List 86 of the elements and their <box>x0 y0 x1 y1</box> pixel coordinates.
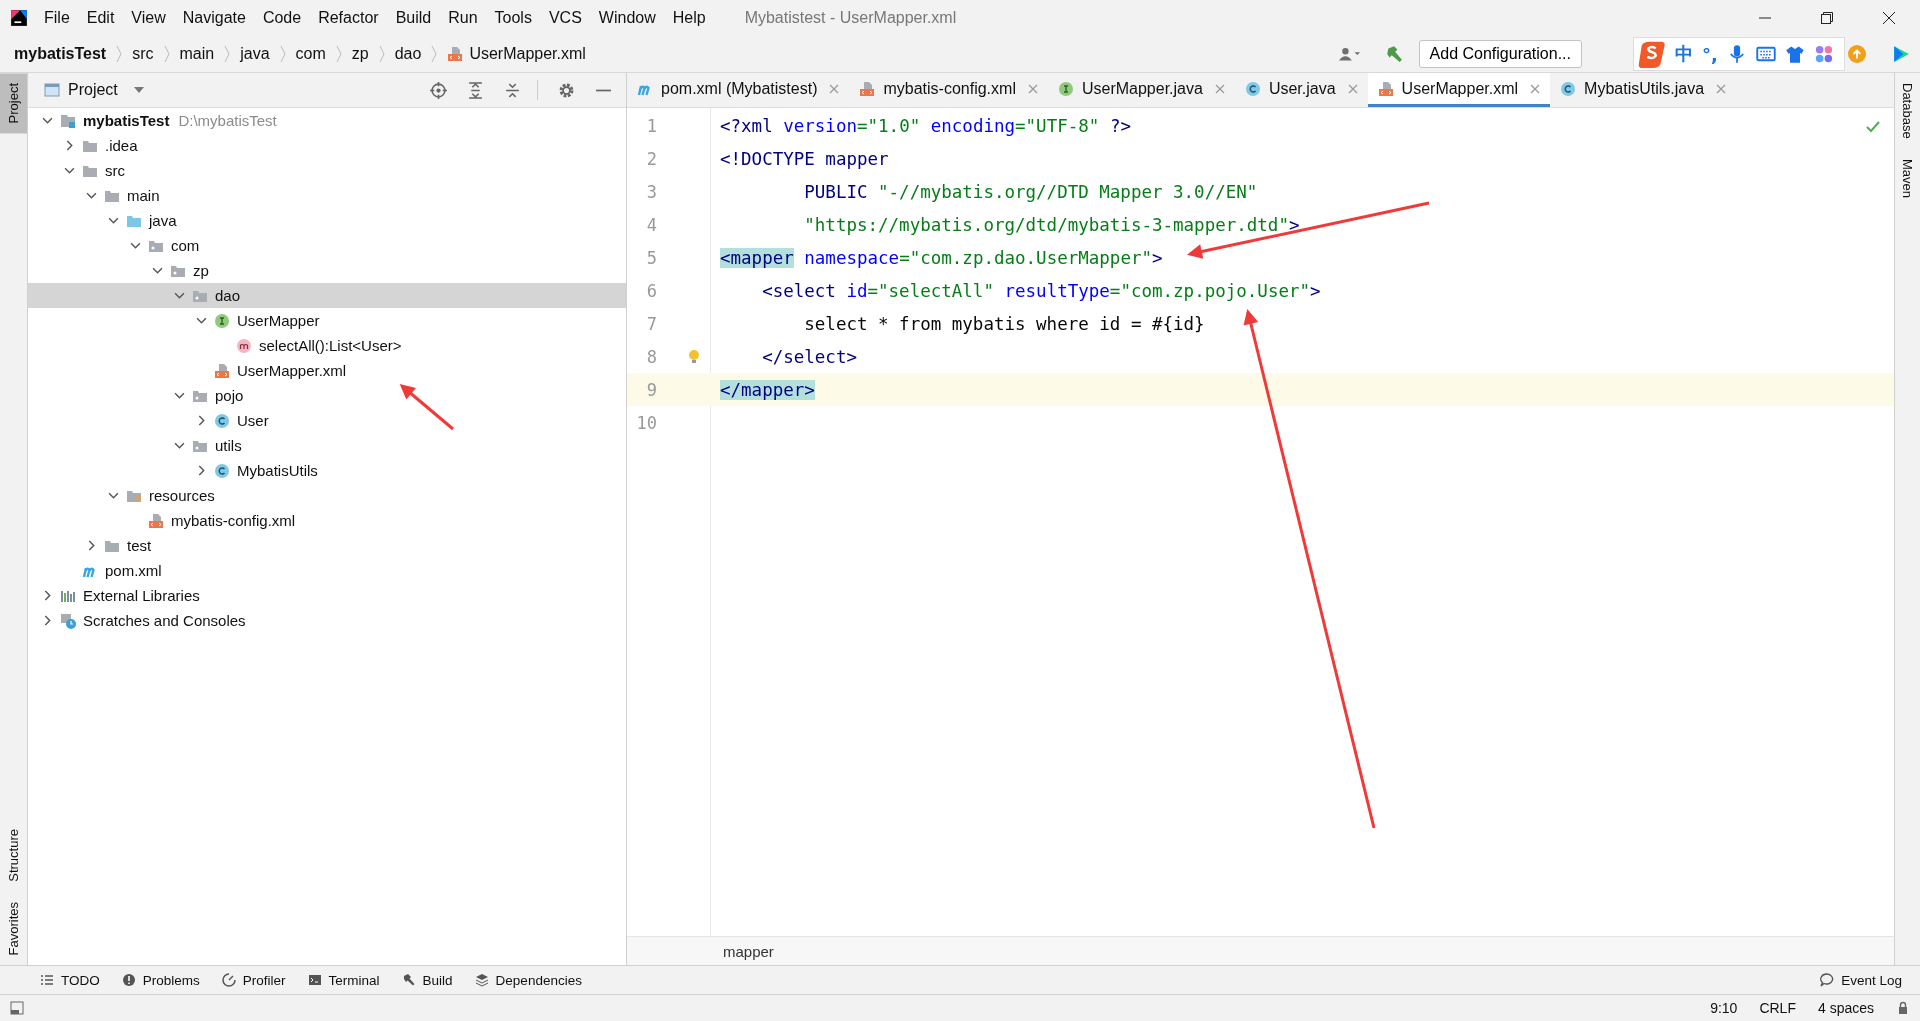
code-line: PUBLIC "-//mybatis.org//DTD Mapper 3.0//EN" <box>803 181 1258 202</box>
menu-item[interactable]: Run <box>448 9 478 27</box>
run-configuration-button[interactable]: Add Configuration... <box>1418 40 1582 68</box>
tree-item[interactable]: pom.xml <box>28 558 626 583</box>
tree-item[interactable]: utils <box>28 433 626 458</box>
tool-window-tab[interactable]: Maven <box>1895 148 1920 208</box>
tool-window-button[interactable]: Build <box>397 970 457 990</box>
status-item[interactable]: 9:10 <box>1710 1000 1738 1016</box>
line-number: 4 <box>645 214 657 235</box>
breadcrumb-item[interactable]: dao <box>394 45 422 63</box>
breadcrumb-item[interactable]: src <box>132 45 154 63</box>
tree-item[interactable]: dao <box>28 283 626 308</box>
event-log-button[interactable]: Event Log <box>1816 970 1906 990</box>
code-line: <!DOCTYPE mapper <box>719 148 889 169</box>
line-number: 5 <box>645 247 657 268</box>
breadcrumb-item[interactable]: java <box>240 45 270 63</box>
code-line: <select id="selectAll" resultType="com.zp.pojo.User"> <box>761 280 1321 301</box>
breadcrumb-item[interactable]: mybatisTest <box>14 45 107 63</box>
breadcrumb-item[interactable]: zp <box>351 45 369 63</box>
tool-window-tab[interactable]: Project <box>0 73 27 134</box>
line-number: 1 <box>645 115 657 136</box>
editor-tab[interactable]: MybatisUtils.java <box>1550 73 1737 107</box>
line-number: 2 <box>645 148 657 169</box>
tree-item[interactable]: src <box>28 158 626 183</box>
editor-tab[interactable]: User.java <box>1234 73 1368 107</box>
tool-window-button[interactable]: Profiler <box>217 970 290 990</box>
tool-window-tab[interactable]: Database <box>1895 73 1920 149</box>
tree-item[interactable]: UserMapper <box>28 308 626 333</box>
line-number: 10 <box>635 412 657 433</box>
tree-item[interactable]: .idea <box>28 133 626 158</box>
window-title: Mybatistest - UserMapper.xml <box>744 9 957 27</box>
menu-item[interactable]: Build <box>395 9 432 27</box>
menu-item[interactable]: Edit <box>86 9 115 27</box>
code-line: select * from mybatis where id = #{id} <box>803 313 1205 334</box>
tree-item[interactable]: MybatisUtils <box>28 458 626 483</box>
line-number: 3 <box>645 181 657 202</box>
line-number: 9 <box>645 379 657 400</box>
tool-window-button[interactable]: Dependencies <box>470 970 586 990</box>
menu-item[interactable]: Help <box>672 9 706 27</box>
tree-item[interactable]: User <box>28 408 626 433</box>
tool-window-tab[interactable]: Favorites <box>0 891 27 965</box>
tree-item[interactable]: pojo <box>28 383 626 408</box>
menu-item[interactable]: Window <box>598 9 656 27</box>
line-number: 8 <box>645 346 657 367</box>
tree-item[interactable]: test <box>28 533 626 558</box>
editor-breadcrumb[interactable]: mapper <box>723 942 774 960</box>
tree-item[interactable]: resources <box>28 483 626 508</box>
breadcrumb-item[interactable]: main <box>179 45 215 63</box>
panel-title[interactable]: Project <box>68 81 118 99</box>
menu-item[interactable]: Tools <box>494 9 532 27</box>
status-item[interactable]: CRLF <box>1759 1000 1796 1016</box>
tree-item[interactable]: mybatisTest D:\mybatisTest <box>28 108 626 133</box>
ime-mode-toggle[interactable]: 中 <box>1675 42 1693 66</box>
tool-window-button[interactable]: Terminal <box>303 970 384 990</box>
tree-item[interactable]: mybatis-config.xml <box>28 508 626 533</box>
code-line: <mapper namespace="com.zp.dao.UserMapper"> <box>719 247 1163 268</box>
code-line: <?xml version="1.0" encoding="UTF-8" ?> <box>719 115 1131 136</box>
editor-tab[interactable]: UserMapper.java <box>1047 73 1235 107</box>
status-item[interactable]: 4 spaces <box>1817 1000 1874 1016</box>
editor-tab[interactable]: UserMapper.xml <box>1367 73 1551 107</box>
menu-item[interactable]: File <box>44 9 70 27</box>
editor-tab[interactable]: mybatis-config.xml <box>849 73 1048 107</box>
menu-item[interactable]: View <box>131 9 166 27</box>
code-line: "https://mybatis.org/dtd/mybatis-3-mapper.dtd"> <box>803 214 1300 235</box>
menu-item[interactable]: Refactor <box>318 9 379 27</box>
tool-window-button[interactable]: TODO <box>36 970 104 990</box>
line-number: 6 <box>645 280 657 301</box>
breadcrumb-item[interactable]: com <box>295 45 326 63</box>
tree-item[interactable]: UserMapper.xml <box>28 358 626 383</box>
tool-window-button[interactable]: Problems <box>117 970 204 990</box>
menu-item[interactable]: VCS <box>548 9 582 27</box>
breadcrumb-item[interactable]: UserMapper.xml <box>469 45 586 63</box>
tree-item[interactable]: main <box>28 183 626 208</box>
menu-item[interactable]: Code <box>262 9 302 27</box>
tree-item[interactable]: com <box>28 233 626 258</box>
tree-item[interactable]: selectAll():List<User> <box>28 333 626 358</box>
tree-item[interactable]: java <box>28 208 626 233</box>
tool-window-tab[interactable]: Structure <box>0 818 27 892</box>
code-line: </select> <box>761 346 857 367</box>
menu-item[interactable]: Navigate <box>182 9 246 27</box>
tree-item[interactable]: Scratches and Consoles <box>28 608 626 633</box>
tree-item[interactable]: External Libraries <box>28 583 626 608</box>
tree-item[interactable]: zp <box>28 258 626 283</box>
line-number: 7 <box>645 313 657 334</box>
ime-mode-toggle[interactable]: °, <box>1702 43 1718 65</box>
editor-tab[interactable]: pom.xml (Mybatistest) <box>627 73 850 107</box>
